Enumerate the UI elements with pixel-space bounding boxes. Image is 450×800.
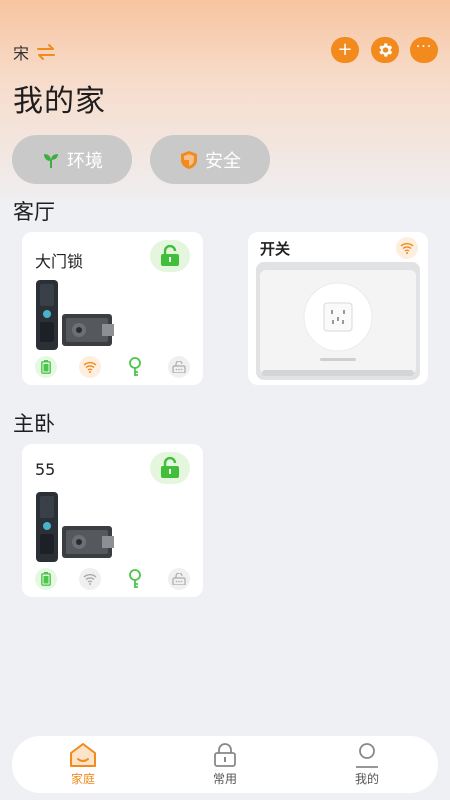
battery-icon [35, 568, 57, 590]
page-title: 我的家 [13, 84, 106, 119]
unlocked-icon [161, 245, 179, 266]
tab-label: 我的 [354, 772, 379, 786]
tab-label: 常用 [212, 772, 237, 786]
home-switcher[interactable]: 宋 [13, 40, 57, 64]
key-icon [124, 568, 146, 590]
swap-icon [37, 44, 56, 60]
smart-lock-image [36, 492, 114, 562]
settings-button[interactable] [371, 37, 399, 63]
house-icon [70, 743, 96, 767]
password-lock-icon [167, 568, 190, 590]
lock-status-button[interactable] [150, 452, 190, 484]
smart-lock-image [36, 280, 114, 350]
plus-icon: + [337, 39, 353, 60]
device-card-switch[interactable]: 开关 [248, 232, 428, 385]
more-icon: ··· [415, 39, 433, 55]
bottom-tab-bar: 家庭 常用 我的 [12, 736, 438, 793]
wifi-off-icon [79, 568, 102, 590]
device-status-row [35, 356, 190, 378]
security-label: 安全 [205, 150, 241, 172]
wifi-icon [79, 356, 102, 378]
battery-icon [35, 356, 57, 378]
device-card-lock-55[interactable]: 55 [22, 444, 203, 597]
environment-label: 环境 [67, 150, 103, 172]
tab-home[interactable]: 家庭 [38, 742, 128, 787]
environment-button[interactable]: 环境 [12, 135, 132, 184]
tab-favorites[interactable]: 常用 [180, 742, 270, 787]
lock-icon [214, 743, 236, 767]
wall-socket-image [256, 262, 420, 380]
room-title-master-bedroom: 主卧 [13, 412, 55, 436]
device-name: 55 [35, 460, 56, 479]
device-card-door-lock[interactable]: 大门锁 [22, 232, 203, 385]
user-icon [356, 743, 378, 768]
device-name: 开关 [260, 240, 291, 258]
key-icon [124, 356, 146, 378]
tab-profile[interactable]: 我的 [322, 742, 412, 787]
gear-icon [379, 43, 393, 57]
sprout-icon [44, 153, 58, 168]
unlocked-icon [161, 457, 179, 478]
header: 宋 + ··· 我的家 环境 安全 [0, 0, 450, 190]
device-name: 大门锁 [35, 252, 84, 271]
room-title-living-room: 客厅 [13, 200, 55, 224]
lock-status-button[interactable] [150, 240, 190, 272]
wifi-icon [396, 237, 418, 259]
shield-icon [181, 150, 197, 169]
password-lock-icon [167, 356, 190, 378]
device-status-row [35, 568, 190, 590]
security-button[interactable]: 安全 [150, 135, 270, 184]
tab-label: 家庭 [70, 772, 95, 786]
home-name: 宋 [13, 44, 30, 63]
more-button[interactable]: ··· [410, 37, 438, 63]
add-button[interactable]: + [331, 37, 359, 63]
